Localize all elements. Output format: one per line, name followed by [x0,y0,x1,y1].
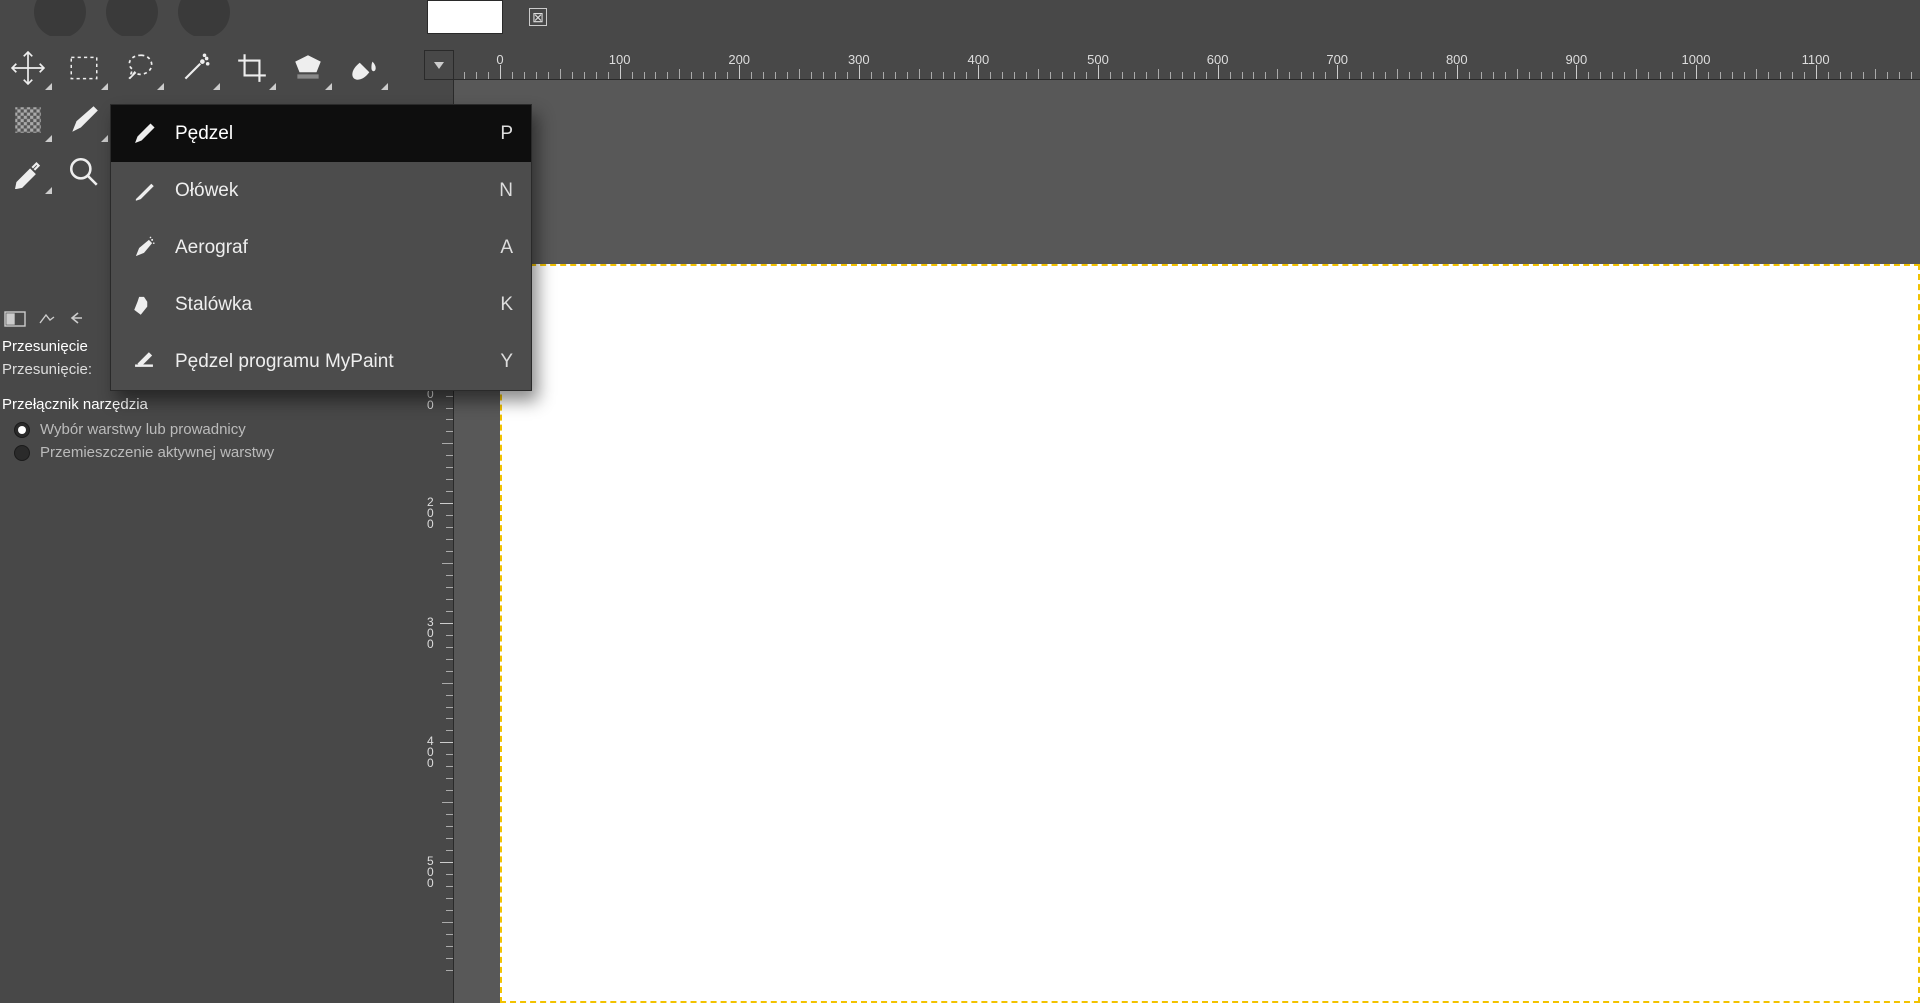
menu-item-mypaint[interactable]: Pędzel programu MyPaintY [111,333,531,390]
tool-zoom[interactable] [56,146,112,198]
radio-dot-unselected-icon [14,445,30,461]
tool-free-select[interactable] [112,42,168,94]
radio-label: Wybór warstwy lub prowadnicy [40,421,246,438]
airbrush-icon [129,233,159,263]
brush-icon [129,119,159,149]
menu-item-shortcut: P [500,123,513,145]
tool-fuzzy-select[interactable] [168,42,224,94]
ruler-v-label: 500 [427,856,434,889]
document-tab-strip: ⊠ [0,0,1920,36]
menu-item-airbrush[interactable]: AerografA [111,219,531,276]
menu-item-label: Pędzel programu MyPaint [175,351,500,373]
canvas-area: 0100200300400500600700800900100011001200… [424,50,1920,1003]
ruler-h-label: 300 [848,52,870,67]
radio-label: Przemieszczenie aktywnej warstwy [40,444,274,461]
ruler-h-label: 400 [968,52,990,67]
menu-item-label: Aerograf [175,237,500,259]
tool-bucket-fill[interactable] [336,42,392,94]
tool-gradient[interactable] [0,94,56,146]
tool-paintbrush[interactable] [56,94,112,146]
close-glyph: ⊠ [532,9,544,26]
radio-select-layer[interactable]: Wybór warstwy lub prowadnicy [14,421,395,438]
tool-options-tab-1[interactable] [0,304,30,332]
radio-dot-selected-icon [14,422,30,438]
tool-flyout-indicator-icon [45,83,52,90]
ruler-h-label: 900 [1566,52,1588,67]
ruler-h-label: 200 [728,52,750,67]
tool-flyout-indicator-icon [269,83,276,90]
tool-color-picker[interactable] [0,146,56,198]
tool-flyout-indicator-icon [213,83,220,90]
ink-icon [129,290,159,320]
menu-item-ink[interactable]: StalówkaK [111,276,531,333]
ruler-horizontal[interactable]: 0100200300400500600700800900100011001200… [454,50,1920,80]
menu-item-shortcut: N [499,180,513,202]
mypaint-icon [129,347,159,377]
tabstrip-decoration [0,0,427,36]
ruler-h-label: 1100 [1802,52,1830,67]
ruler-h-label: 600 [1207,52,1229,67]
tool-flyout-indicator-icon [45,187,52,194]
canvas-page[interactable] [500,264,1920,1003]
ruler-h-label: 800 [1446,52,1468,67]
ruler-h-label: 700 [1326,52,1348,67]
menu-item-brush[interactable]: PędzelP [111,105,531,162]
menu-item-label: Stalówka [175,294,500,316]
tool-flyout-indicator-icon [101,135,108,142]
tool-transform[interactable] [280,42,336,94]
menu-item-pencil[interactable]: OłówekN [111,162,531,219]
brush-context-menu: PędzelPOłówekNAerografAStalówkaKPędzel p… [110,104,532,391]
tool-move[interactable] [0,42,56,94]
ruler-h-label: 100 [609,52,631,67]
canvas-surface [454,80,1920,1003]
tool-options-section-head: Przełącznik narzędzia [2,396,395,413]
document-tab[interactable] [427,0,503,34]
document-tab-close-icon[interactable]: ⊠ [529,8,547,26]
tool-flyout-indicator-icon [381,83,388,90]
ruler-h-label: 0 [496,52,503,67]
ruler-v-label: 300 [427,617,434,650]
tool-flyout-indicator-icon [45,135,52,142]
tool-rect-select[interactable] [56,42,112,94]
pencil-icon [129,176,159,206]
tool-flyout-indicator-icon [325,83,332,90]
ruler-h-label: 500 [1087,52,1109,67]
menu-item-shortcut: Y [500,351,513,373]
ruler-v-label: 200 [427,497,434,530]
ruler-origin-button[interactable] [424,50,454,80]
tool-flyout-indicator-icon [101,83,108,90]
menu-item-label: Pędzel [175,123,500,145]
ruler-v-label: 400 [427,736,434,769]
menu-item-shortcut: A [500,237,513,259]
radio-move-active-layer[interactable]: Przemieszczenie aktywnej warstwy [14,444,395,461]
tool-flyout-indicator-icon [157,83,164,90]
menu-item-label: Ołówek [175,180,499,202]
tool-options-tab-2[interactable] [32,304,62,332]
tool-crop[interactable] [224,42,280,94]
ruler-h-label: 1000 [1682,52,1711,67]
tool-options-tab-3[interactable] [64,304,94,332]
menu-item-shortcut: K [500,294,513,316]
